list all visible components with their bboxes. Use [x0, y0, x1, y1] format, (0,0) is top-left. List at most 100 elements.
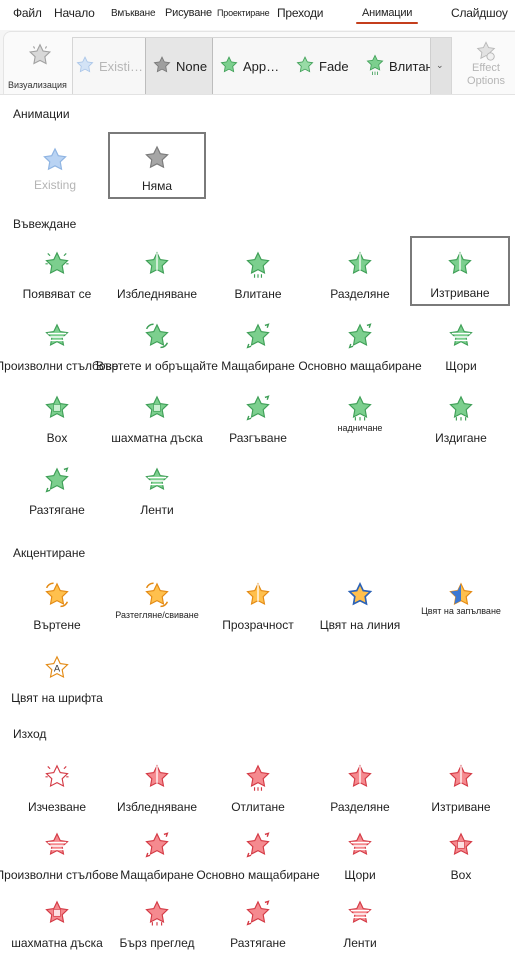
effect-label: Box — [450, 868, 472, 882]
exit-star-red-checker[interactable]: шахматна дъска — [8, 891, 106, 951]
star-green-box-icon — [8, 394, 106, 424]
entrance-star-green-basiczoom[interactable]: Основно мащабиране — [298, 314, 422, 374]
star-green-expand-icon — [209, 394, 307, 424]
star-green-wipe-icon — [412, 250, 508, 280]
star-green-spin-icon — [108, 322, 206, 352]
entrance-star-green-peek[interactable]: надничане — [311, 386, 409, 446]
exit-star-red-blinds[interactable]: Щори — [311, 823, 409, 883]
tab-slideshow[interactable]: Слайдшоу — [451, 6, 508, 20]
star-red-zoom-icon — [108, 831, 206, 861]
entrance-star-green-box[interactable]: Box — [8, 386, 106, 446]
section-emphasis: Акцентиране — [13, 546, 86, 560]
exit-star-red-basiczoom[interactable]: Основно мащабиране — [196, 823, 320, 883]
svg-text:A: A — [54, 663, 61, 674]
gallery-scroll[interactable]: ⌄ — [430, 38, 451, 94]
exit-star-red-split[interactable]: Разделяне — [311, 755, 409, 815]
preview-label: Визуализация — [8, 80, 67, 90]
exit-star-red-zoom[interactable]: Мащабиране — [108, 823, 206, 883]
star-green-checker-icon — [108, 394, 206, 424]
entrance-star-green-zoom[interactable]: Мащабиране — [209, 314, 307, 374]
emphasis-star-orange-fillcolor[interactable]: Цвят на запълване — [412, 573, 510, 633]
gallery-item-fade[interactable]: Fade — [295, 38, 359, 94]
star-green-split-icon — [311, 250, 409, 280]
tab-draw[interactable]: Рисуване — [165, 7, 212, 19]
entrance-star-green-checker[interactable]: шахматна дъска — [108, 386, 206, 446]
tab-file[interactable]: Файл — [13, 6, 42, 20]
emphasis-star-orange-spin[interactable]: Въртене — [8, 573, 106, 633]
exit-star-red-bars[interactable]: Произволни стълбове — [0, 823, 118, 883]
exit-star-red-peek[interactable]: Бърз преглед — [108, 891, 206, 951]
exit-star-red-flyout[interactable]: Отлитане — [209, 755, 307, 815]
star-green-stretch-icon — [8, 466, 106, 496]
star-green-blinds-icon — [412, 322, 510, 352]
section-exit: Изход — [13, 727, 47, 741]
emphasis-star-orange-transparency[interactable]: Прозрачност — [209, 573, 307, 633]
entrance-star-green-rise[interactable]: Издигане — [412, 386, 510, 446]
star-gray-icon — [110, 144, 204, 174]
star-orange-linecolor-icon — [311, 581, 409, 611]
ribbon-tabs: Файл Начало Вмъкване Рисуване Проектиран… — [0, 0, 515, 30]
preview-star-icon — [27, 42, 53, 73]
effect-label: Изтриване — [431, 800, 491, 814]
entrance-star-green-appear[interactable]: Появяват се — [8, 242, 106, 302]
exit-star-red-fade[interactable]: Избледняване — [108, 755, 206, 815]
section-animations: Анимации — [13, 107, 70, 121]
ribbon: Визуализация Existi… None App… Fade Влит… — [0, 30, 515, 95]
effect-label: Разгъване — [229, 431, 287, 445]
star-green-peek-icon — [311, 394, 409, 424]
animation-dropdown-panel: Анимации Въвеждане Акцентиране Изход Exi… — [0, 94, 515, 962]
entrance-star-green-stretch[interactable]: Разтягане — [8, 458, 106, 518]
star-green-icon — [295, 55, 315, 78]
star-blue-icon — [75, 55, 95, 78]
effect-label: Ленти — [343, 936, 377, 950]
effect-label: Щори — [445, 359, 477, 373]
ribbon-card: Визуализация Existi… None App… Fade Влит… — [3, 31, 515, 95]
exit-star-red-disappear[interactable]: Изчезване — [8, 755, 106, 815]
entrance-star-green-fly[interactable]: Влитане — [209, 242, 307, 302]
star-orange-grow-icon — [108, 581, 206, 611]
animation-none[interactable]: Няма — [108, 132, 206, 199]
gallery-item-fly-in[interactable]: Влитане — [365, 38, 440, 94]
entrance-star-green-wipe[interactable]: Изтриване — [410, 236, 510, 306]
tab-design[interactable]: Проектиране — [217, 8, 270, 18]
gallery-item-label: Existi… — [99, 58, 144, 74]
gallery-item-none[interactable]: None — [145, 38, 213, 94]
entrance-star-green-spin[interactable]: Въртете и обръщайте — [96, 314, 218, 374]
effect-label: Цвят на линия — [319, 618, 401, 632]
tab-transitions[interactable]: Преходи — [277, 6, 323, 20]
animation-existing[interactable]: Existing — [6, 138, 104, 198]
entrance-star-green-expand[interactable]: Разгъване — [209, 386, 307, 446]
entrance-star-green-fade[interactable]: Избледняване — [108, 242, 206, 302]
exit-star-red-wipe[interactable]: Изтриване — [412, 755, 510, 815]
star-red-peek-icon — [108, 899, 206, 929]
entrance-star-green-bars[interactable]: Произволни стълбове — [0, 314, 118, 374]
star-orange-fontcolor-icon: A — [8, 654, 106, 684]
effect-options-button[interactable]: Effect Options — [456, 40, 515, 88]
star-red-stretch-icon — [209, 899, 307, 929]
exit-star-red-strips[interactable]: Ленти — [311, 891, 409, 951]
tab-home[interactable]: Начало — [54, 6, 95, 20]
gallery-item-existing[interactable]: Existi… — [75, 38, 143, 94]
star-red-disappear-icon — [8, 763, 106, 793]
star-red-flyout-icon — [209, 763, 307, 793]
emphasis-star-orange-fontcolor[interactable]: A Цвят на шрифта — [8, 646, 106, 706]
tab-insert[interactable]: Вмъкване — [111, 8, 156, 19]
exit-star-red-box[interactable]: Box — [412, 823, 510, 883]
entrance-star-green-strips[interactable]: Ленти — [108, 458, 206, 518]
effect-options-label: Effect Options — [467, 62, 505, 87]
star-green-zoom-icon — [209, 322, 307, 352]
entrance-star-green-blinds[interactable]: Щори — [412, 314, 510, 374]
emphasis-star-orange-grow[interactable]: Разтегляне/свиване — [108, 573, 206, 633]
exit-star-red-stretch[interactable]: Разтягане — [209, 891, 307, 951]
entrance-star-green-split[interactable]: Разделяне — [311, 242, 409, 302]
emphasis-star-orange-linecolor[interactable]: Цвят на линия — [311, 573, 409, 633]
preview-button[interactable]: Визуализация — [8, 40, 72, 96]
star-red-basiczoom-icon — [209, 831, 307, 861]
tab-animations[interactable]: Анимации — [355, 7, 419, 24]
star-red-bars-icon — [8, 831, 106, 861]
gallery-item-appear[interactable]: App… — [219, 38, 283, 94]
effect-label: Въртене — [33, 618, 81, 632]
star-red-split-icon — [311, 763, 409, 793]
effect-label: Ленти — [140, 503, 174, 517]
effect-label: Цвят на запълване — [421, 606, 501, 616]
